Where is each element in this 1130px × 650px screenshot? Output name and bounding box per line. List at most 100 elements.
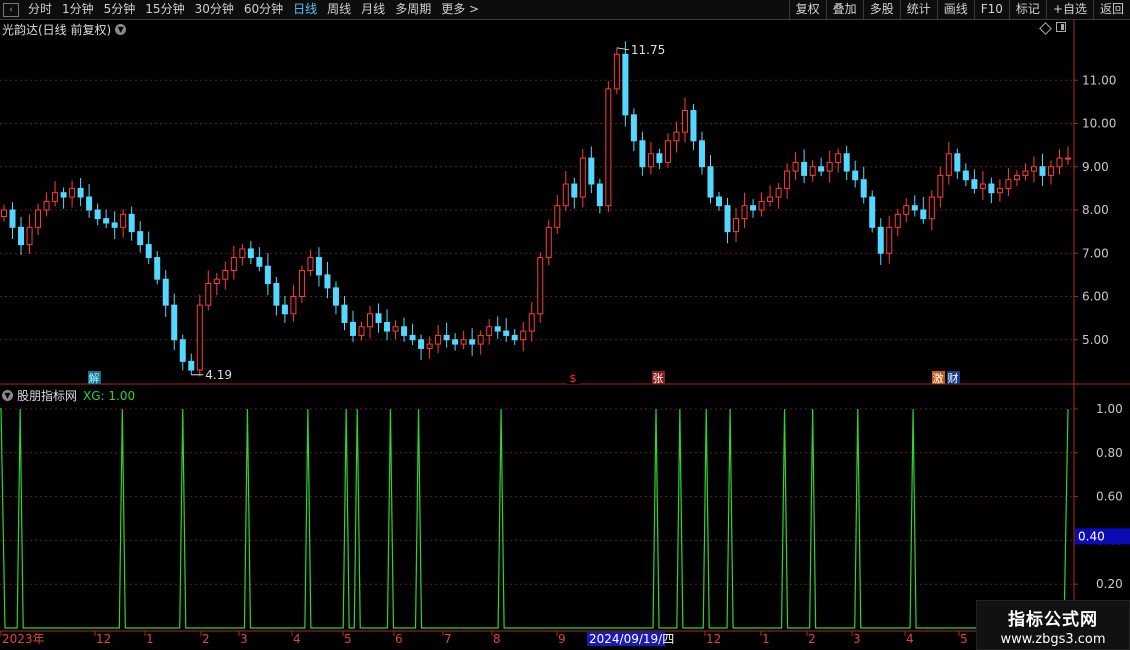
candle-body: [792, 161, 799, 172]
cursor-value: 0.40: [1078, 529, 1105, 543]
indicator-tick-label: 0.60: [1096, 490, 1123, 504]
candle-body: [630, 114, 637, 142]
candle-body: [94, 209, 101, 220]
watermark-title: 指标公式网: [1008, 610, 1098, 630]
chevron-down-icon[interactable]: ▼: [2, 390, 13, 401]
candle-body: [9, 209, 16, 228]
candle-body: [43, 200, 50, 211]
candle-body: [401, 326, 408, 336]
watermark: 指标公式网 www.zbgs3.com: [976, 600, 1130, 650]
candle-body: [503, 330, 510, 336]
candle-body: [775, 187, 782, 198]
candle-body: [188, 360, 195, 371]
candle-body: [613, 53, 620, 90]
candle-body: [307, 257, 314, 272]
candle-body: [35, 209, 42, 228]
indicator-tick-label: 1.00: [1096, 402, 1123, 416]
event-marker: 激: [933, 371, 944, 385]
extreme-marker-line: [616, 47, 629, 51]
indicator-tick-label: 0.20: [1096, 577, 1123, 591]
candle-body: [724, 205, 731, 233]
candle-body: [528, 313, 535, 332]
candle-body: [324, 274, 331, 289]
candle-body: [375, 313, 382, 323]
candle-body: [341, 304, 348, 323]
time-tick-label: 12: [706, 632, 721, 646]
candle-body: [435, 334, 442, 345]
candle-body: [486, 326, 493, 336]
candle-body: [60, 192, 67, 198]
candle-body: [205, 283, 212, 306]
time-tick-label: 2023年: [2, 632, 45, 646]
candle-body: [1030, 166, 1037, 172]
candle-body: [784, 170, 791, 189]
candle-body: [809, 166, 816, 176]
time-tick-label: 2: [808, 632, 816, 646]
time-tick-label: 4: [906, 632, 914, 646]
candle-body: [222, 270, 229, 280]
candle-body: [460, 339, 467, 345]
candle-body: [894, 213, 901, 228]
candle-body: [494, 326, 501, 332]
price-tick-label: 6.00: [1082, 290, 1109, 304]
candle-body: [128, 213, 135, 233]
candle-body: [367, 313, 374, 328]
candle-body: [733, 218, 740, 233]
candle-body: [171, 304, 178, 341]
candle-body: [213, 278, 220, 285]
candle-body: [332, 287, 339, 306]
candle-body: [656, 153, 663, 163]
candle-body: [384, 321, 391, 332]
candle-body: [767, 196, 774, 202]
candle-body: [979, 183, 986, 189]
candle-body: [903, 205, 910, 215]
watermark-url: www.zbgs3.com: [1000, 632, 1106, 647]
candle-body: [392, 326, 399, 332]
candle-body: [826, 161, 833, 172]
candle-body: [835, 153, 842, 163]
candle-body: [256, 257, 263, 267]
indicator-title: ▼ 股朋指标网 XG: 1.00: [2, 387, 135, 404]
candle-body: [818, 166, 825, 172]
indicator-line: [0, 408, 1069, 629]
candle-body: [179, 339, 186, 362]
candle-body: [1056, 157, 1063, 168]
candle-body: [230, 257, 237, 272]
candle-body: [103, 218, 110, 224]
kline-chart[interactable]: 5.006.007.008.009.0010.0011.000.200.400.…: [0, 0, 1130, 650]
candle-body: [869, 196, 876, 228]
candle-body: [596, 183, 603, 207]
candle-body: [273, 283, 280, 306]
candle-body: [562, 183, 569, 207]
indicator-name: 股朋指标网: [17, 389, 78, 403]
price-tick-label: 10.00: [1082, 117, 1116, 131]
candle-body: [988, 183, 995, 194]
candle-body: [18, 226, 25, 246]
price-tick-label: 11.00: [1082, 73, 1116, 87]
indicator-tick-label: 0.80: [1096, 446, 1123, 460]
candle-body: [520, 330, 527, 341]
candle-body: [426, 343, 433, 349]
candle-body: [281, 304, 288, 315]
candle-body: [69, 187, 76, 198]
candle-body: [537, 257, 544, 315]
time-tick-label: 4: [293, 632, 301, 646]
candle-body: [664, 140, 671, 163]
candle-body: [571, 183, 578, 198]
indicator-value: XG: 1.00: [83, 388, 136, 403]
candle-body: [690, 110, 697, 142]
time-tick-label: 12: [96, 632, 111, 646]
candle-body: [77, 187, 84, 198]
candle-body: [588, 157, 595, 185]
selected-date-label: 2024/09/19/四: [589, 632, 674, 646]
candle-body: [707, 166, 714, 198]
candle-body: [962, 170, 969, 181]
candle-body: [698, 140, 705, 168]
time-tick-label: 1: [146, 632, 154, 646]
candle-body: [1022, 170, 1029, 176]
candle-body: [239, 248, 246, 259]
candle-body: [928, 196, 935, 220]
candle-body: [954, 153, 961, 172]
candle-body: [673, 131, 680, 142]
candle-body: [52, 192, 59, 202]
